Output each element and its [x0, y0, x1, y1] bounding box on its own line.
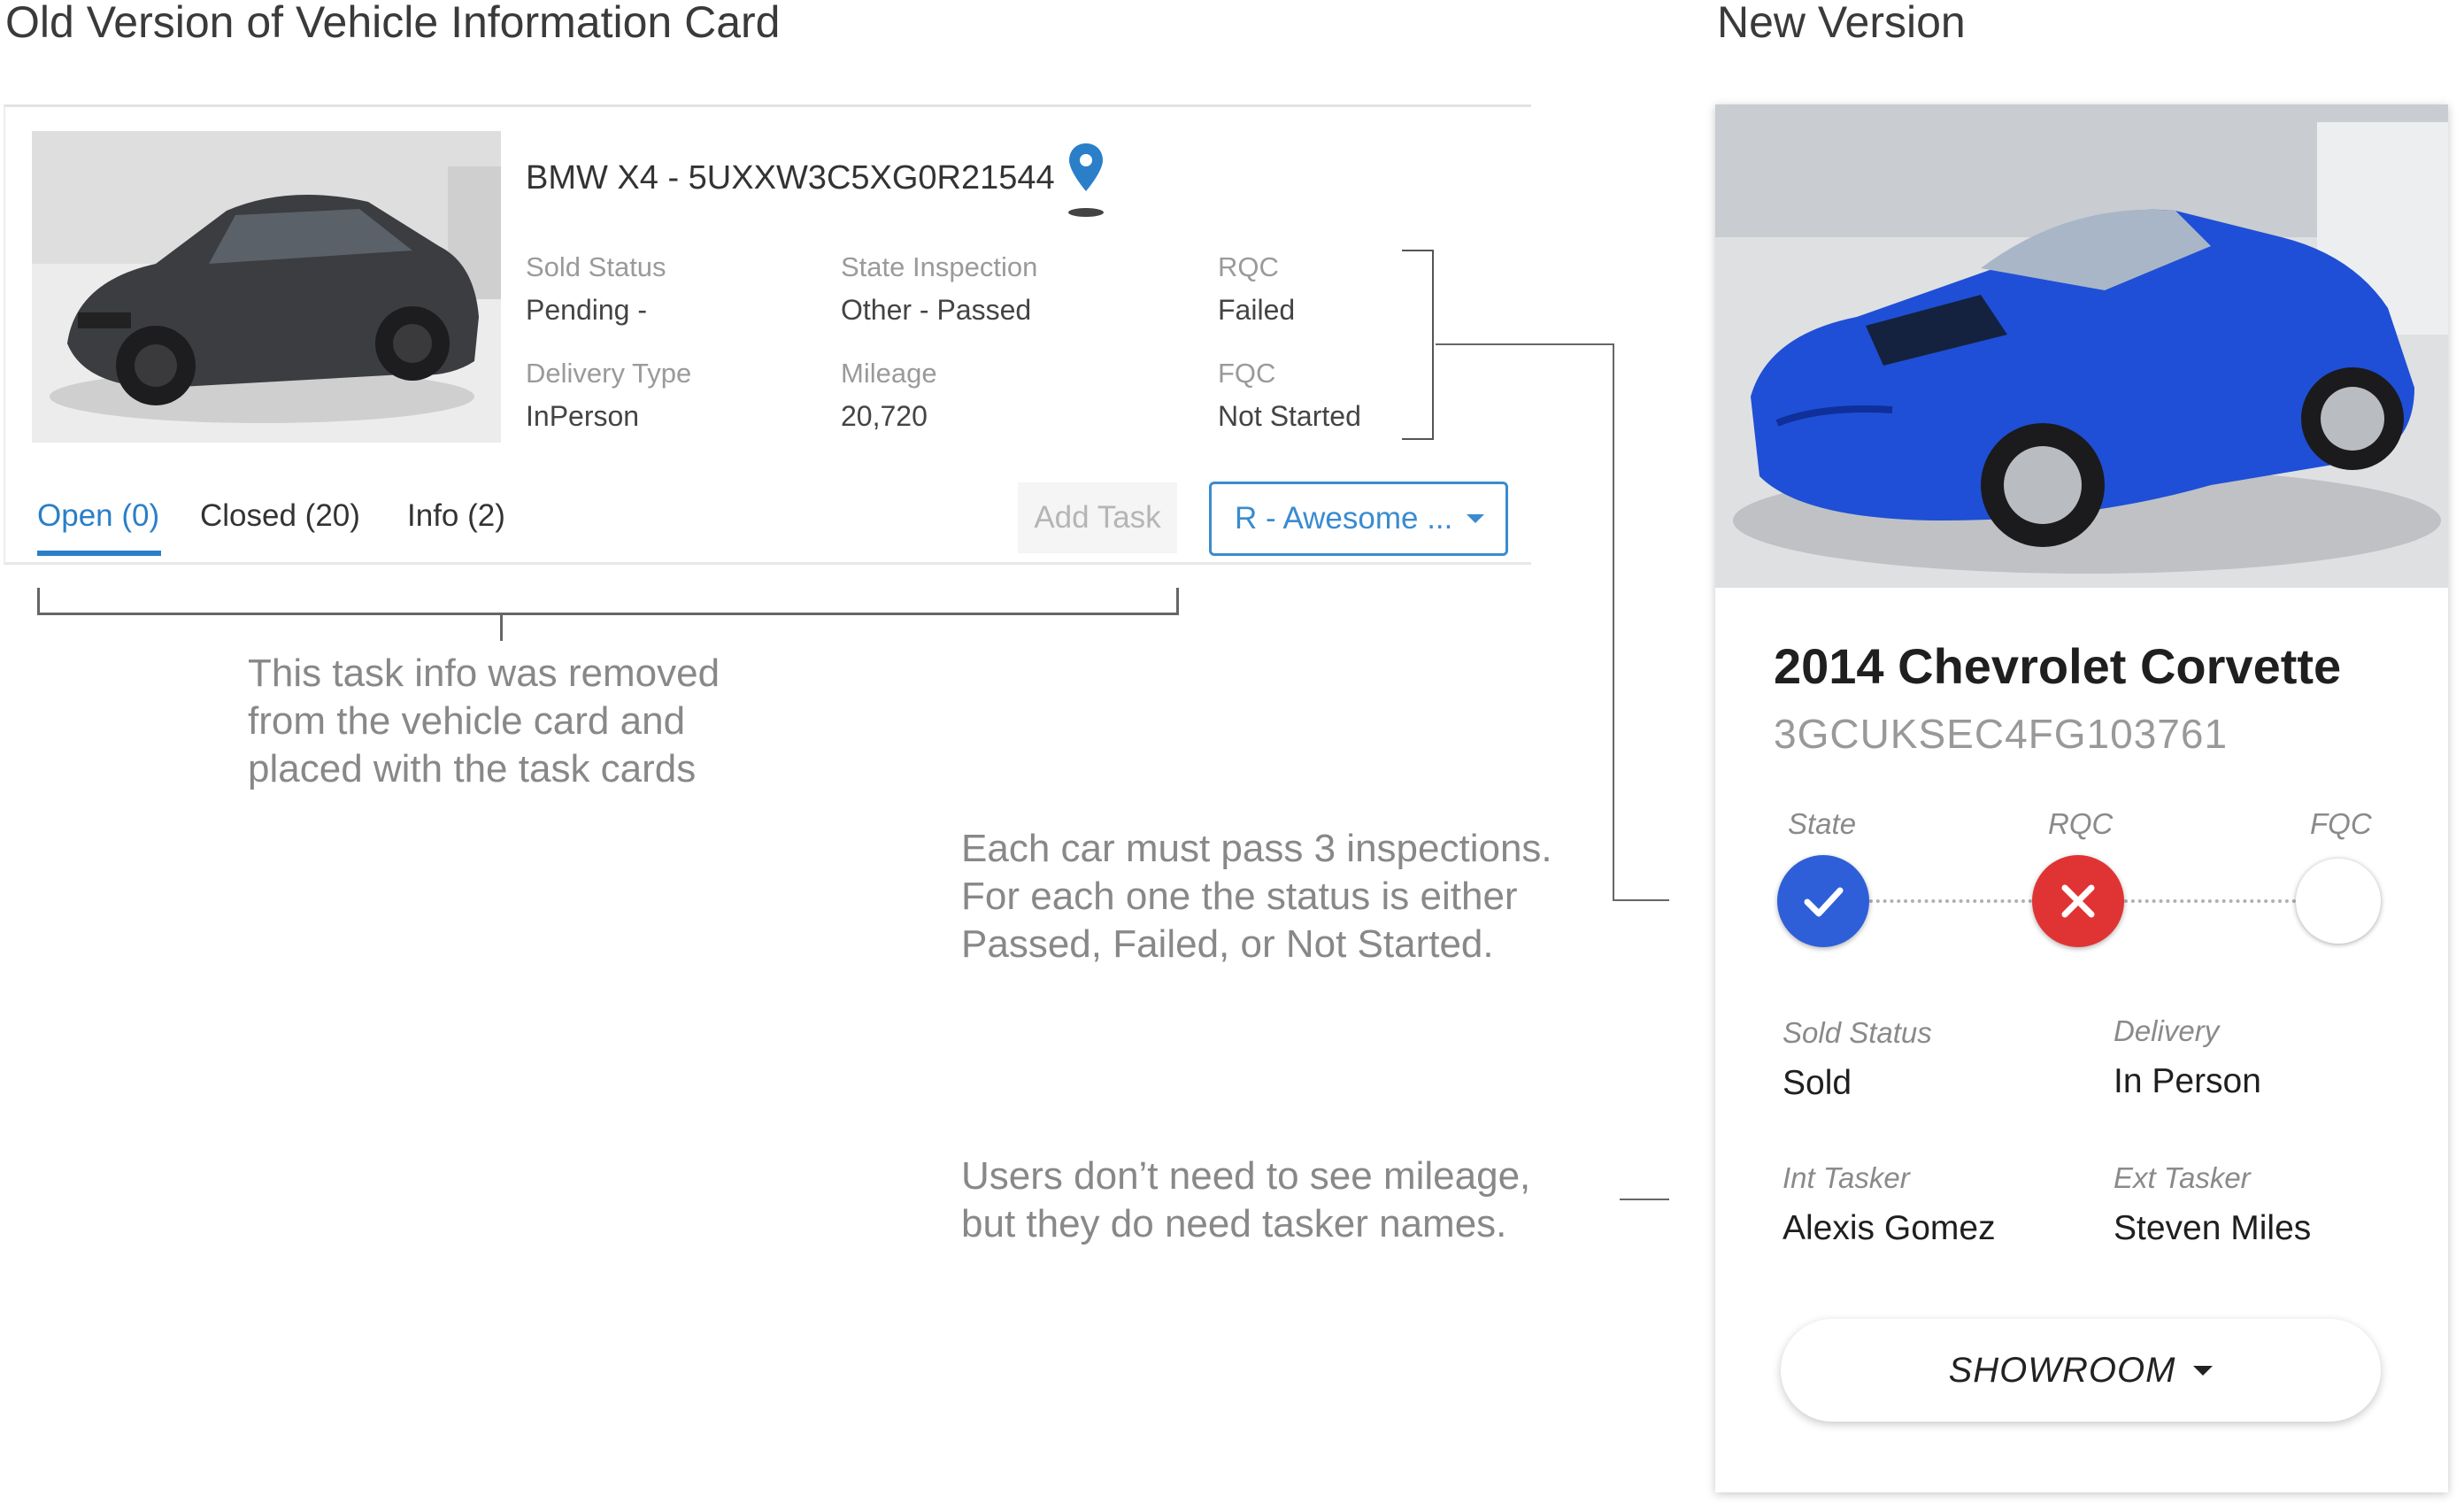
- check-icon: [1804, 887, 1844, 917]
- sold-status-value: Pending -: [526, 294, 647, 326]
- inspection-connector-h2: [1613, 899, 1669, 901]
- state-passed-indicator: [1777, 855, 1869, 947]
- annotation-line: Each car must pass 3 inspections.: [961, 827, 1552, 870]
- sold-status-label: Sold Status: [1783, 1016, 1932, 1049]
- int-tasker-value: Alexis Gomez: [1783, 1209, 1996, 1247]
- rqc-inspection-label: RQC: [2048, 807, 2114, 840]
- delivery-label: Delivery: [2114, 1014, 2220, 1047]
- ext-tasker-label: Ext Tasker: [2114, 1161, 2251, 1194]
- rqc-label: RQC: [1218, 251, 1279, 282]
- vehicle-photo: [32, 131, 501, 443]
- delivery-value: In Person: [2114, 1062, 2261, 1100]
- sold-status-value: Sold: [1783, 1064, 1852, 1102]
- state-inspection-label: State Inspection: [841, 251, 1038, 282]
- sold-status-label: Sold Status: [526, 251, 666, 282]
- delivery-type-value: InPerson: [526, 400, 640, 432]
- inspection-connector-h1: [1436, 343, 1614, 345]
- fqc-inspection-label: FQC: [2310, 807, 2372, 840]
- showroom-label: SHOWROOM: [1948, 1350, 2176, 1390]
- annotation-task-info: This task info was removed from the vehi…: [248, 650, 720, 793]
- annotation-line: placed with the task cards: [248, 747, 697, 790]
- task-bracket-left: [37, 588, 40, 614]
- task-bracket-bottom: [37, 613, 1179, 615]
- int-tasker-label: Int Tasker: [1783, 1161, 1910, 1194]
- inspection-bracket: [1402, 250, 1434, 440]
- assignee-select[interactable]: R - Awesome ...: [1209, 482, 1508, 556]
- ext-tasker-value: Steven Miles: [2114, 1209, 2312, 1247]
- caret-down-icon: [2193, 1365, 2214, 1376]
- tab-info[interactable]: Info (2): [407, 498, 505, 534]
- annotation-line: Passed, Failed, or Not Started.: [961, 922, 1494, 966]
- annotation-line: from the vehicle card and: [248, 699, 686, 743]
- mileage-value: 20,720: [841, 400, 928, 432]
- annotation-line: This task info was removed: [248, 651, 720, 695]
- tasker-connector: [1620, 1199, 1669, 1200]
- mileage-label: Mileage: [841, 358, 937, 389]
- caret-down-icon: [1467, 514, 1484, 523]
- state-inspection-value: Other - Passed: [841, 294, 1032, 326]
- tab-closed[interactable]: Closed (20): [200, 498, 360, 534]
- rqc-failed-indicator: [2032, 855, 2124, 947]
- assignee-select-value: R - Awesome ...: [1235, 501, 1453, 536]
- location-pin-icon[interactable]: [1066, 142, 1106, 221]
- showroom-dropdown-button[interactable]: SHOWROOM: [1781, 1319, 2381, 1422]
- new-version-heading: New Version: [1717, 0, 1966, 47]
- annotation-line: but they do need tasker names.: [961, 1202, 1507, 1245]
- vehicle-photo: [1715, 104, 2448, 588]
- task-bracket-stem: [500, 613, 503, 641]
- fqc-value: Not Started: [1218, 400, 1361, 432]
- rqc-value: Failed: [1218, 294, 1296, 326]
- annotation-line: For each one the status is either: [961, 875, 1518, 918]
- annotation-line: Users don’t need to see mileage,: [961, 1154, 1531, 1198]
- add-task-button[interactable]: Add Task: [1018, 482, 1177, 553]
- annotation-taskers: Users don’t need to see mileage, but the…: [961, 1153, 1530, 1248]
- close-icon: [2061, 884, 2095, 918]
- old-version-heading: Old Version of Vehicle Information Card: [5, 0, 781, 47]
- state-inspection-label: State: [1788, 807, 1857, 840]
- annotation-inspections: Each car must pass 3 inspections. For ea…: [961, 825, 1552, 968]
- vin: 3GCUKSEC4FG103761: [1774, 711, 2229, 757]
- delivery-type-label: Delivery Type: [526, 358, 692, 389]
- new-vehicle-title: 2014 Chevrolet Corvette: [1774, 638, 2342, 694]
- tab-open[interactable]: Open (0): [37, 498, 159, 534]
- inspection-connector-v: [1613, 343, 1614, 901]
- stepper-connector: [1869, 899, 2032, 903]
- stepper-connector: [2124, 899, 2296, 903]
- task-bracket-right: [1176, 588, 1179, 614]
- fqc-label: FQC: [1218, 358, 1276, 389]
- active-tab-indicator: [37, 551, 161, 556]
- old-vehicle-title: BMW X4 - 5UXXW3C5XG0R21544: [526, 159, 1055, 197]
- fqc-not-started-indicator: [2296, 859, 2381, 944]
